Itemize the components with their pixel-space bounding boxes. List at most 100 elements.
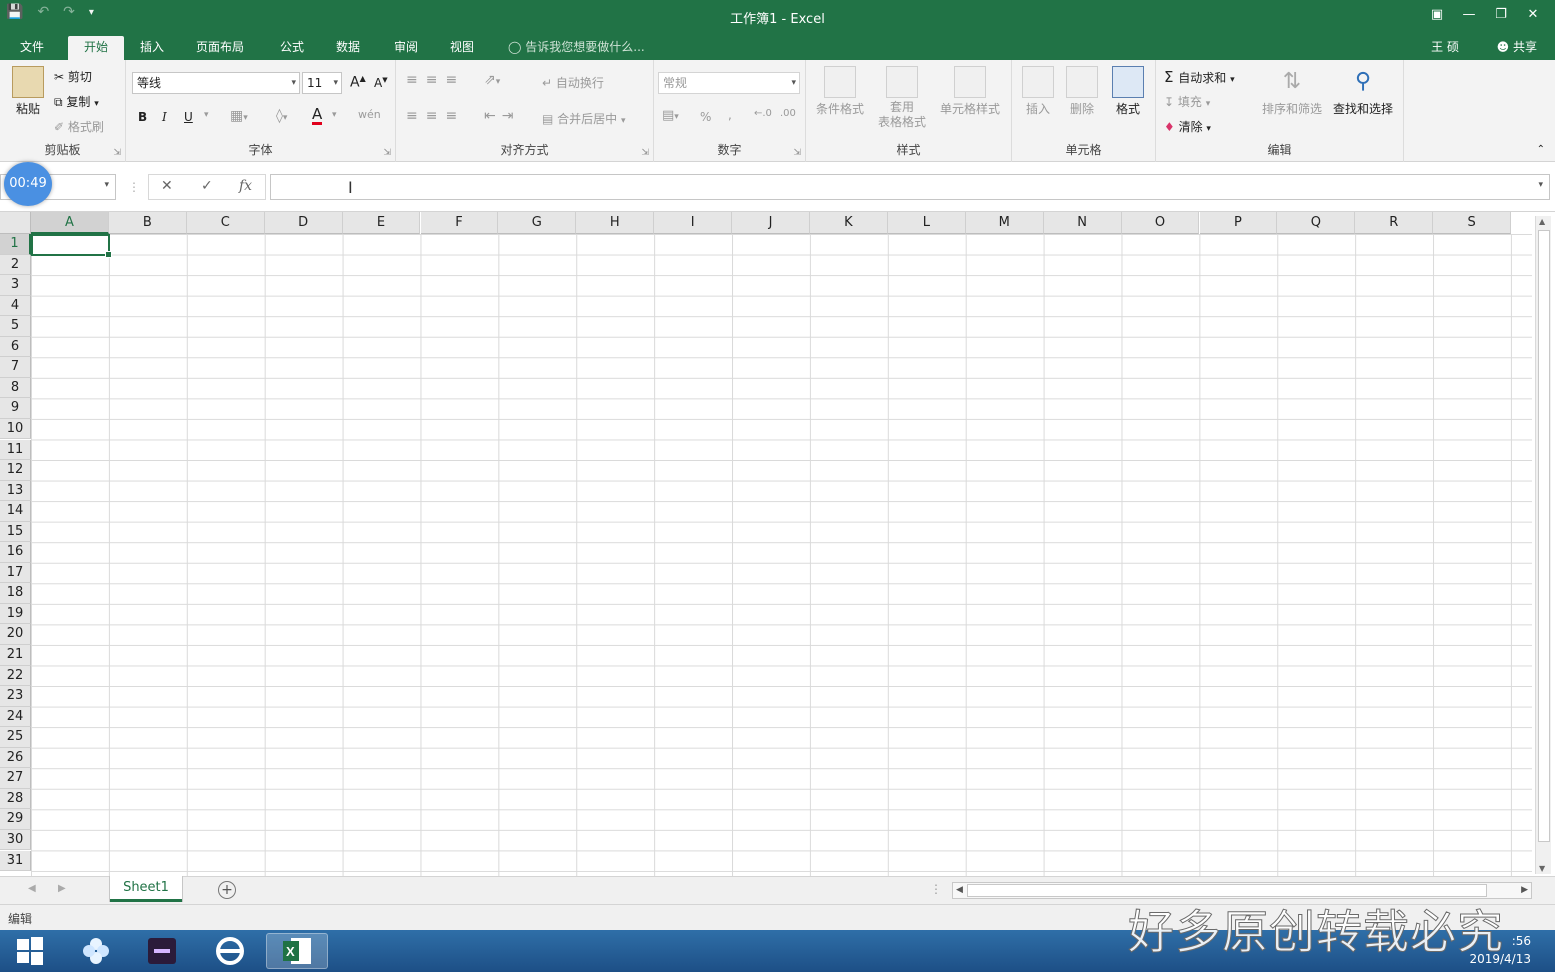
column-header-o[interactable]: O: [1121, 212, 1200, 234]
minimize-button[interactable]: —: [1453, 3, 1485, 25]
font-name-combo[interactable]: 等线 ▾: [132, 72, 300, 94]
column-header-c[interactable]: C: [186, 212, 265, 234]
split-handle-icon[interactable]: ⋮: [930, 882, 942, 896]
decrease-decimal-icon[interactable]: .00: [780, 108, 796, 119]
column-header-p[interactable]: P: [1199, 212, 1278, 234]
dialog-launcher-icon[interactable]: ⇲: [641, 148, 649, 158]
tab-page-layout[interactable]: 页面布局: [188, 36, 252, 60]
row-header-31[interactable]: 31: [0, 850, 31, 872]
bold-button[interactable]: B: [138, 110, 147, 124]
sort-filter-button[interactable]: ⇅ 排序和筛选: [1256, 66, 1328, 117]
tab-formulas[interactable]: 公式: [272, 36, 312, 60]
restore-button[interactable]: ❐: [1485, 3, 1517, 25]
row-header-29[interactable]: 29: [0, 809, 31, 830]
row-header-28[interactable]: 28: [0, 788, 31, 810]
next-sheet-icon[interactable]: ▶: [58, 883, 66, 894]
column-header-i[interactable]: I: [654, 212, 733, 234]
italic-button[interactable]: I: [162, 110, 167, 124]
cells-area[interactable]: [31, 234, 1532, 876]
format-as-table-button[interactable]: 套用 表格格式: [872, 66, 932, 130]
column-header-l[interactable]: L: [887, 212, 966, 234]
font-size-combo[interactable]: 11 ▾: [302, 72, 342, 94]
insert-cells-button[interactable]: 插入: [1018, 66, 1058, 117]
taskbar-app-media-icon[interactable]: [134, 933, 190, 969]
row-header-26[interactable]: 26: [0, 747, 31, 769]
comma-button[interactable]: ,: [728, 108, 732, 122]
phonetic-icon[interactable]: wén: [358, 108, 381, 121]
row-header-11[interactable]: 11: [0, 439, 31, 461]
row-header-12[interactable]: 12: [0, 460, 31, 481]
delete-cells-button[interactable]: 删除: [1062, 66, 1102, 117]
add-sheet-icon[interactable]: +: [218, 881, 236, 899]
row-header-27[interactable]: 27: [0, 768, 31, 789]
tab-home[interactable]: 开始: [68, 36, 124, 60]
column-header-d[interactable]: D: [264, 212, 343, 234]
row-header-7[interactable]: 7: [0, 357, 31, 378]
row-header-19[interactable]: 19: [0, 603, 31, 625]
copy-button[interactable]: ⧉ 复制 ▾: [54, 93, 99, 110]
prev-sheet-icon[interactable]: ◀: [28, 883, 36, 894]
row-header-25[interactable]: 25: [0, 727, 31, 748]
start-button[interactable]: [2, 933, 58, 969]
conditional-formatting-button[interactable]: 条件格式: [810, 66, 870, 117]
tab-view[interactable]: 视图: [442, 36, 482, 60]
tab-review[interactable]: 审阅: [386, 36, 426, 60]
orientation-icon[interactable]: ⇗▾: [484, 72, 500, 88]
row-header-20[interactable]: 20: [0, 624, 31, 645]
percent-button[interactable]: %: [700, 110, 711, 124]
row-header-16[interactable]: 16: [0, 542, 31, 563]
column-header-a[interactable]: A: [31, 212, 109, 234]
ribbon-display-options-icon[interactable]: ▣: [1421, 3, 1453, 25]
row-header-13[interactable]: 13: [0, 480, 31, 502]
taskbar-excel-icon[interactable]: X: [266, 933, 328, 969]
column-header-m[interactable]: M: [965, 212, 1044, 234]
row-header-10[interactable]: 10: [0, 418, 31, 440]
column-header-h[interactable]: H: [576, 212, 655, 234]
insert-function-icon[interactable]: fx: [239, 178, 252, 194]
row-header-30[interactable]: 30: [0, 829, 31, 851]
number-format-combo[interactable]: 常规 ▾: [658, 72, 800, 94]
row-header-18[interactable]: 18: [0, 583, 31, 604]
shrink-font-button[interactable]: A▼: [374, 76, 388, 90]
dialog-launcher-icon[interactable]: ⇲: [793, 148, 801, 158]
font-color-button[interactable]: A: [312, 106, 323, 125]
row-header-1[interactable]: 1: [0, 234, 31, 255]
format-painter-button[interactable]: ✐ 格式刷: [54, 118, 104, 135]
vertical-scrollbar[interactable]: ▲ ▼: [1535, 216, 1551, 874]
format-cells-button[interactable]: 格式: [1108, 66, 1148, 117]
merge-center-button[interactable]: ▤ 合并后居中 ▾: [542, 110, 626, 127]
share-button[interactable]: ☻ 共享: [1497, 38, 1537, 55]
tab-insert[interactable]: 插入: [132, 36, 172, 60]
tell-me-box[interactable]: ◯ 告诉我您想要做什么...: [508, 38, 645, 55]
close-button[interactable]: ✕: [1517, 3, 1549, 25]
font-color-dropdown-icon[interactable]: ▾: [332, 110, 337, 120]
row-header-5[interactable]: 5: [0, 316, 31, 337]
row-header-6[interactable]: 6: [0, 336, 31, 358]
find-select-button[interactable]: ⚲ 查找和选择: [1328, 66, 1398, 117]
increase-decimal-icon[interactable]: ←.0: [754, 108, 772, 119]
autosum-button[interactable]: Σ 自动求和 ▾: [1164, 68, 1235, 86]
cut-button[interactable]: ✂ 剪切: [54, 68, 92, 85]
column-header-r[interactable]: R: [1355, 212, 1434, 234]
row-header-24[interactable]: 24: [0, 706, 31, 728]
expand-formula-icon[interactable]: ▾: [1538, 180, 1543, 190]
column-header-b[interactable]: B: [108, 212, 187, 234]
horizontal-align-icons[interactable]: ≡≡≡: [406, 108, 465, 124]
row-header-2[interactable]: 2: [0, 254, 31, 276]
column-header-n[interactable]: N: [1043, 212, 1122, 234]
scroll-up-icon[interactable]: ▲: [1539, 217, 1545, 226]
select-all-button[interactable]: [0, 212, 31, 234]
vertical-scroll-thumb[interactable]: [1538, 230, 1550, 842]
wrap-text-button[interactable]: ↵ 自动换行: [542, 74, 604, 91]
paste-button[interactable]: 粘贴: [8, 66, 48, 117]
tab-data[interactable]: 数据: [328, 36, 368, 60]
column-header-q[interactable]: Q: [1277, 212, 1356, 234]
row-header-8[interactable]: 8: [0, 377, 31, 399]
row-header-22[interactable]: 22: [0, 665, 31, 687]
formula-input[interactable]: ▾: [270, 174, 1550, 200]
fill-color-icon[interactable]: ◊▾: [276, 108, 287, 124]
currency-icon[interactable]: ▤▾: [662, 108, 679, 123]
tab-file[interactable]: 文件: [12, 36, 52, 60]
scroll-left-icon[interactable]: ◀: [956, 885, 963, 895]
row-header-17[interactable]: 17: [0, 562, 31, 584]
